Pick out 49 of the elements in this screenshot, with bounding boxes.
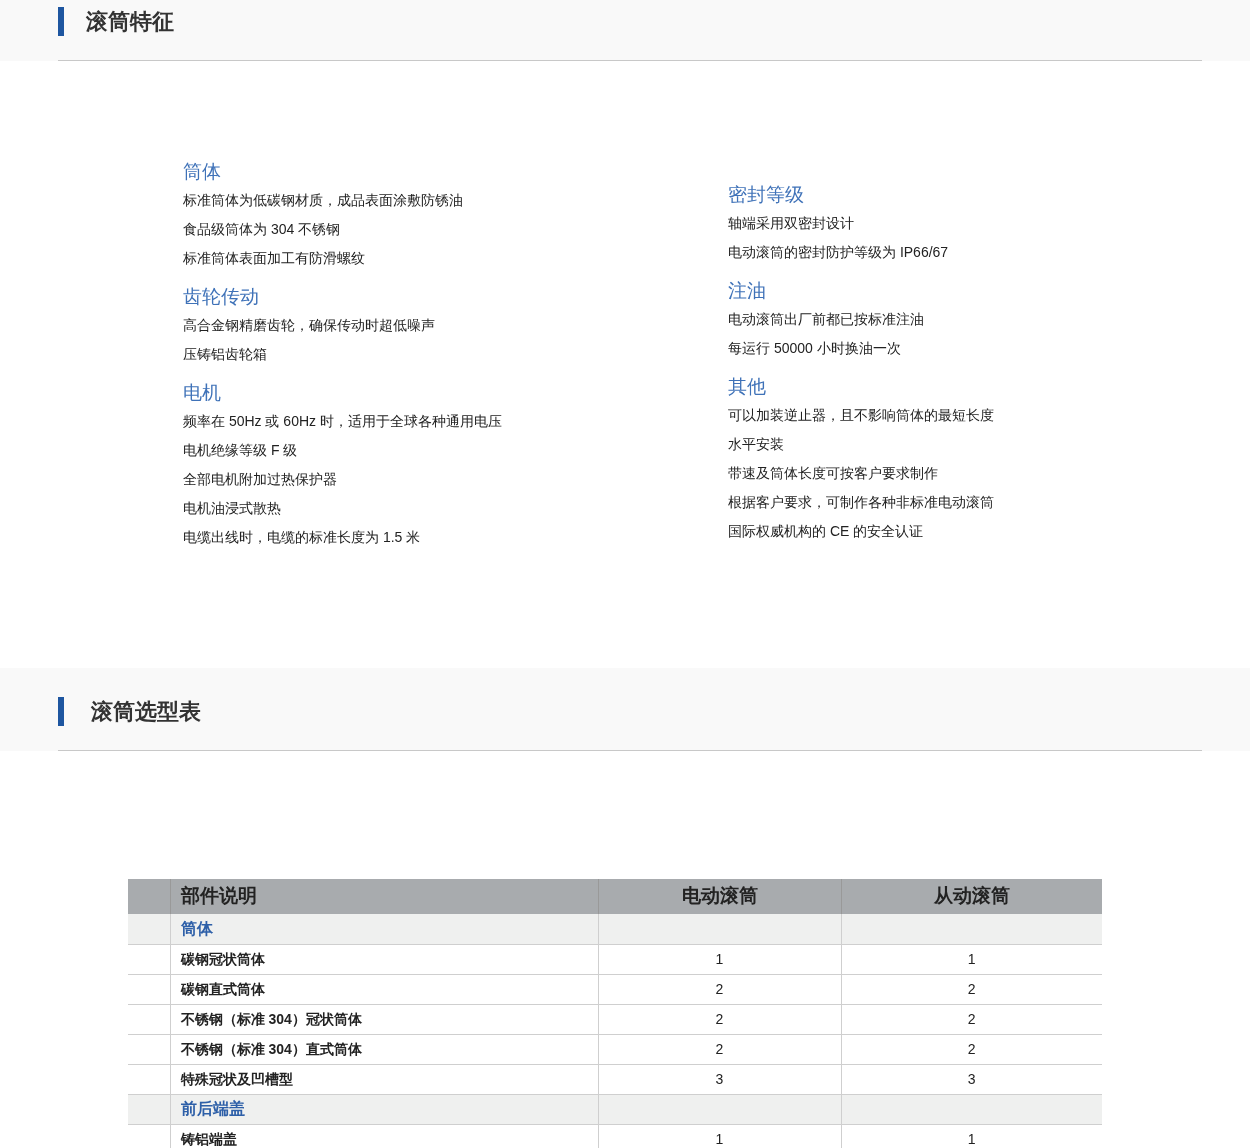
- table-cell: 1: [598, 1124, 841, 1148]
- feature-heading: 其他: [728, 375, 767, 399]
- feature-text: 压铸铝齿轮箱: [183, 345, 268, 364]
- feature-text: 每运行 50000 小时换油一次: [728, 339, 902, 358]
- feature-text: 标准筒体表面加工有防滑螺纹: [183, 249, 366, 268]
- feature-text: 全部电机附加过热保护器: [183, 470, 338, 489]
- feature-heading: 注油: [728, 279, 767, 303]
- feature-text: 电缆出线时，电缆的标准长度为 1.5 米: [183, 528, 422, 547]
- feature-text: 带速及筒体长度可按客户要求制作: [728, 464, 939, 483]
- feature-text: 电动滚筒的密封防护等级为 IP66/67: [728, 243, 950, 262]
- table-cell: 3: [841, 1064, 1102, 1094]
- accent-bar: [58, 697, 64, 726]
- feature-text: 电动滚筒出厂前都已按标准注油: [728, 310, 925, 329]
- feature-heading: 筒体: [183, 160, 222, 184]
- table-cell: 1: [841, 1124, 1102, 1148]
- feature-text: 根据客户要求，可制作各种非标准电动滚筒: [728, 493, 994, 512]
- feature-heading: 电机: [183, 381, 222, 405]
- section-title: 滚筒选型表: [91, 698, 201, 726]
- group-cell: 筒体: [170, 914, 598, 944]
- feature-text: 频率在 50Hz 或 60Hz 时，适用于全球各种通用电压: [183, 412, 503, 431]
- feature-text: 国际权威机构的 CE 的安全认证: [728, 522, 925, 541]
- table-cell: 2: [841, 1034, 1102, 1064]
- feature-text: 水平安装: [728, 435, 785, 454]
- table-cell: 1: [841, 944, 1102, 974]
- table-cell: 2: [598, 974, 841, 1004]
- feature-text: 食品级筒体为 304 不锈钢: [183, 220, 342, 239]
- table-cell: 铸铝端盖: [170, 1124, 598, 1148]
- table-cell: 2: [841, 1004, 1102, 1034]
- feature-heading: 密封等级: [728, 183, 805, 207]
- feature-text: 电机油浸式散热: [183, 499, 282, 518]
- table-cell: 3: [598, 1064, 841, 1094]
- table-cell: 2: [841, 974, 1102, 1004]
- feature-text: 高合金钢精磨齿轮，确保传动时超低噪声: [183, 316, 436, 335]
- table-cell: 碳钢直式筒体: [170, 974, 598, 1004]
- table-cell: 2: [598, 1034, 841, 1064]
- feature-heading: 齿轮传动: [183, 285, 260, 309]
- section-title: 滚筒特征: [86, 8, 174, 36]
- table-cell: 2: [598, 1004, 841, 1034]
- table-cell: 碳钢冠状筒体: [170, 944, 598, 974]
- accent-bar: [58, 7, 64, 36]
- table-cell: 不锈钢（标准 304）直式筒体: [170, 1034, 598, 1064]
- group-cell: 前后端盖: [170, 1094, 598, 1124]
- feature-text: 轴端采用双密封设计: [728, 214, 855, 233]
- table-cell: 不锈钢（标准 304）冠状筒体: [170, 1004, 598, 1034]
- feature-text: 可以加装逆止器，且不影响筒体的最短长度: [728, 406, 994, 425]
- table-cell: 1: [598, 944, 841, 974]
- feature-text: 电机绝缘等级 F 级: [183, 441, 299, 460]
- feature-text: 标准筒体为低碳钢材质，成品表面涂敷防锈油: [183, 191, 464, 210]
- table-cell: 特殊冠状及凹槽型: [170, 1064, 598, 1094]
